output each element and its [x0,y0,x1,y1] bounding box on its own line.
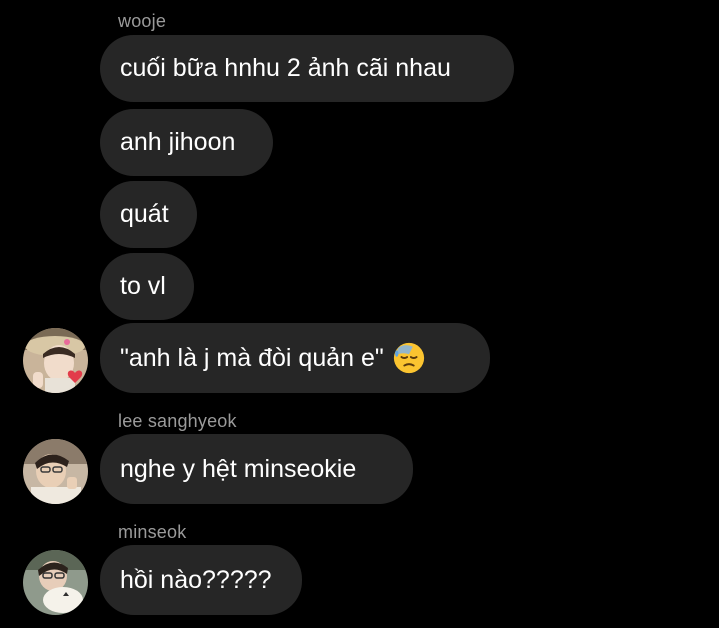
message-bubble[interactable]: cuối bữa hnhu 2 ảnh cãi nhau [100,35,514,102]
message-text: anh jihoon [120,128,236,156]
message-text: quát [120,200,169,228]
message-text: to vl [120,272,166,300]
message-bubble[interactable]: "anh là j mà đòi quản e" [100,323,490,393]
message-text: cuối bữa hnhu 2 ảnh cãi nhau [120,54,451,82]
avatar-photo [23,328,88,393]
sender-name-minseok: minseok [118,522,187,542]
message-text: "anh là j mà đòi quản e" [120,343,384,372]
message-text: nghe y hệt minseokie [120,454,357,483]
avatar-photo [23,439,88,504]
message-bubble[interactable]: to vl [100,253,194,320]
message-bubble[interactable]: nghe y hệt minseokie [100,434,413,504]
downcast-face-with-sweat-icon [393,342,424,374]
avatar-wooje[interactable] [23,328,88,393]
message-bubble[interactable]: hồi nào????? [100,545,302,615]
sender-name-lee-sanghyeok: lee sanghyeok [118,411,237,431]
avatar-photo [23,550,88,615]
avatar-minseok[interactable] [23,550,88,615]
avatar-lee-sanghyeok[interactable] [23,439,88,504]
message-text: hồi nào????? [120,565,272,594]
sender-name-wooje: wooje [118,11,167,31]
message-bubble[interactable]: anh jihoon [100,109,273,176]
message-bubble[interactable]: quát [100,181,197,248]
